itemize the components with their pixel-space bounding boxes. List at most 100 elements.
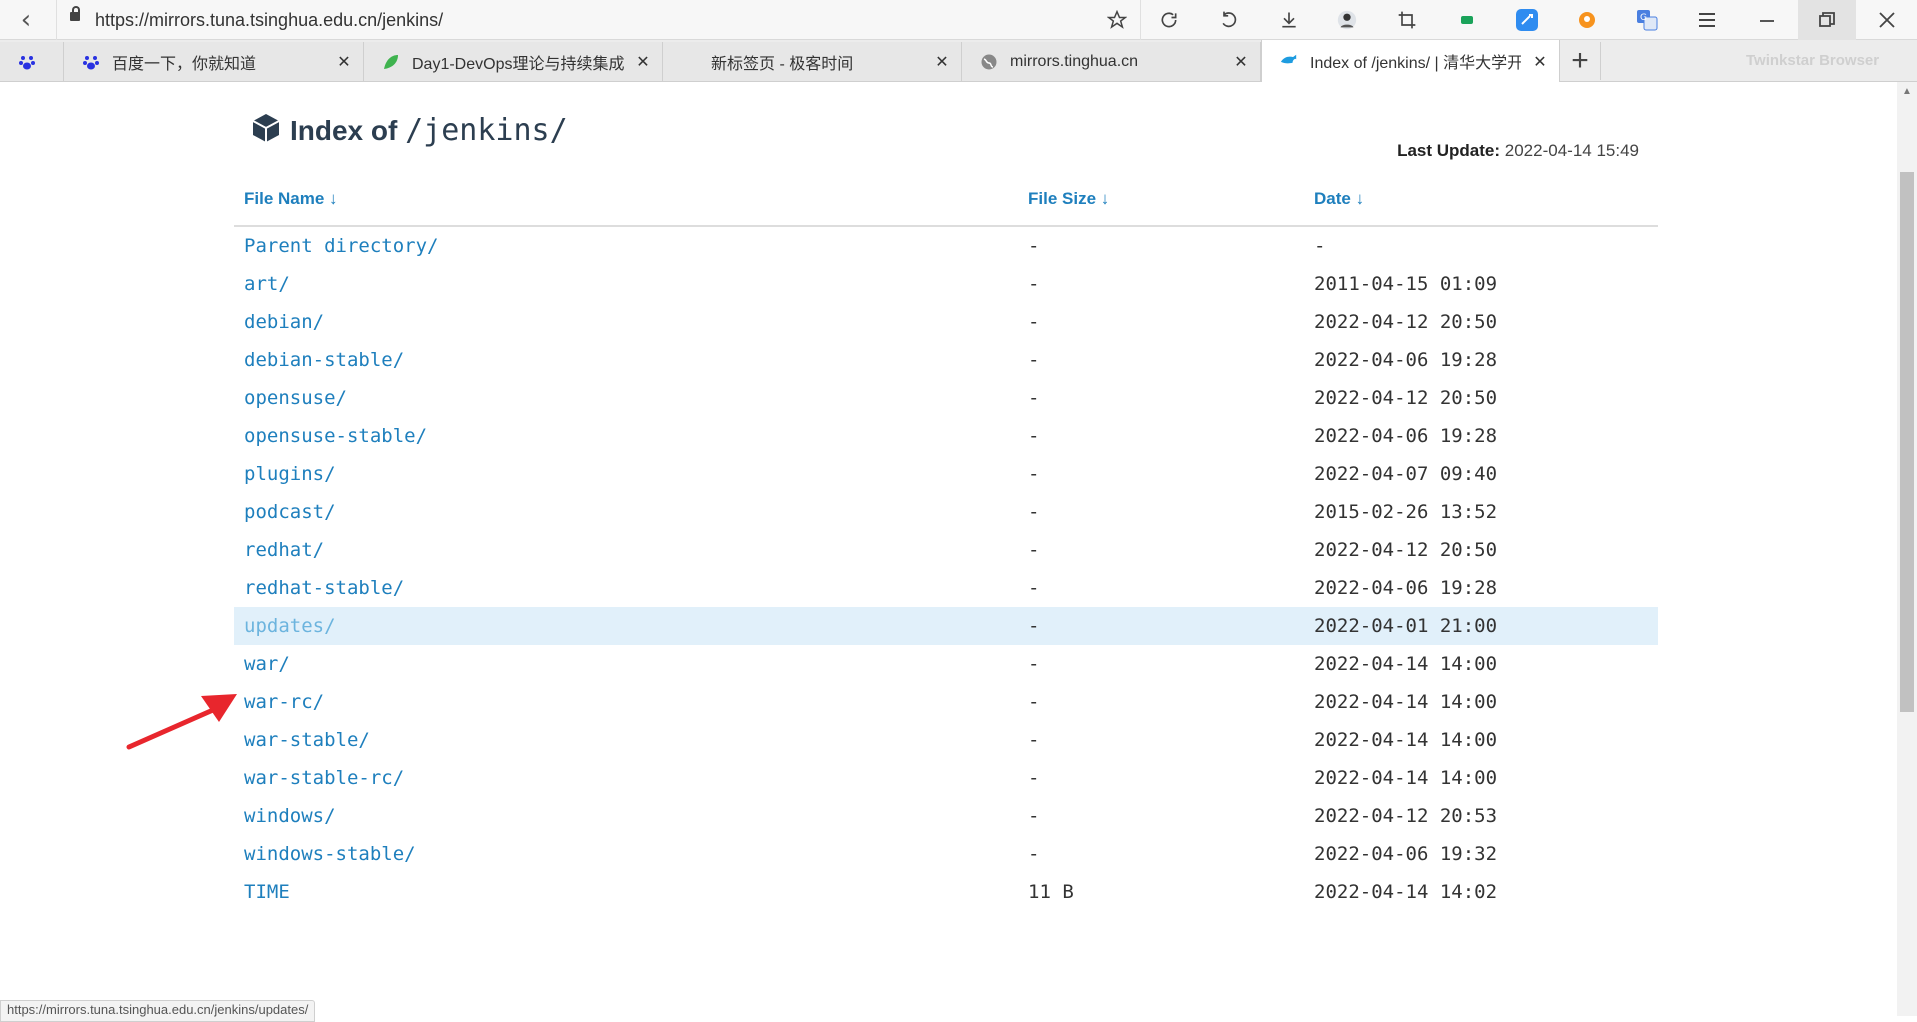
table-row: windows/ - 2022-04-12 20:53 <box>234 797 1658 835</box>
star-icon[interactable] <box>1088 0 1146 40</box>
file-date: 2022-04-12 20:50 <box>1314 387 1498 409</box>
undo-icon[interactable] <box>1200 0 1258 40</box>
file-name-link[interactable]: war/ <box>244 653 290 675</box>
table-row: war-rc/ - 2022-04-14 14:00 <box>234 683 1658 721</box>
vertical-scrollbar[interactable]: ▲ <box>1897 82 1917 1016</box>
tab-close-icon[interactable]: ✕ <box>1222 52 1260 71</box>
svg-text:G: G <box>1640 13 1647 23</box>
sort-by-date-link[interactable]: Date ↓ <box>1314 189 1364 209</box>
file-name-link[interactable]: opensuse/ <box>244 387 347 409</box>
file-name-link[interactable]: podcast/ <box>244 501 336 523</box>
table-row: war-stable/ - 2022-04-14 14:00 <box>234 721 1658 759</box>
table-row: opensuse-stable/ - 2022-04-06 19:28 <box>234 417 1658 455</box>
tab-title: mirrors.tinghua.cn <box>1010 52 1139 70</box>
file-size: - <box>1028 501 1040 523</box>
tab-baidu[interactable]: 百度一下，你就知道 ✕ <box>64 42 364 81</box>
refresh-icon[interactable] <box>1140 0 1198 40</box>
file-name-link[interactable]: art/ <box>244 273 290 295</box>
tab-close-icon[interactable]: ✕ <box>923 52 961 71</box>
tab-mirrors[interactable]: mirrors.tinghua.cn ✕ <box>962 42 1261 81</box>
file-name-link[interactable]: war-stable-rc/ <box>244 767 404 789</box>
tab-title: 百度一下，你就知道 <box>112 55 257 73</box>
file-name-link[interactable]: debian-stable/ <box>244 349 404 371</box>
tab-close-icon[interactable]: ✕ <box>325 52 363 71</box>
menu-icon[interactable] <box>1678 0 1736 40</box>
file-name-link[interactable]: debian/ <box>244 311 324 333</box>
last-update-value: 2022-04-14 15:49 <box>1504 141 1639 160</box>
file-date: 2022-04-14 14:00 <box>1314 767 1498 789</box>
file-name-link[interactable]: opensuse-stable/ <box>244 425 427 447</box>
table-row: opensuse/ - 2022-04-12 20:50 <box>234 379 1658 417</box>
blue-app-icon[interactable] <box>1498 0 1556 40</box>
heading-prefix: Index of <box>290 115 398 146</box>
avatar-icon[interactable] <box>1318 0 1376 40</box>
table-body: Parent directory/ - - art/ - 2011-04-15 01:09… <box>234 227 1658 911</box>
table-row: debian/ - 2022-04-12 20:50 <box>234 303 1658 341</box>
file-date: 2011-04-15 01:09 <box>1314 273 1498 295</box>
file-size: - <box>1028 539 1040 561</box>
scrollbar-thumb[interactable] <box>1900 172 1914 712</box>
translate-icon[interactable]: G <box>1618 0 1676 40</box>
file-name-link[interactable]: Parent directory/ <box>244 235 438 257</box>
file-name-link[interactable]: plugins/ <box>244 463 336 485</box>
file-size: - <box>1028 387 1040 409</box>
baidu-paw-icon <box>82 53 100 71</box>
table-row: Parent directory/ - - <box>234 227 1658 265</box>
file-date: 2022-04-14 14:00 <box>1314 653 1498 675</box>
file-date: 2022-04-06 19:28 <box>1314 349 1498 371</box>
file-size: - <box>1028 425 1040 447</box>
page-title: Index of /jenkins/ <box>250 112 568 149</box>
crop-icon[interactable] <box>1378 0 1436 40</box>
file-date: 2022-04-12 20:50 <box>1314 539 1498 561</box>
baidu-paw-icon <box>18 53 36 71</box>
restore-icon[interactable] <box>1798 0 1856 40</box>
table-row: art/ - 2011-04-15 01:09 <box>234 265 1658 303</box>
sort-by-name-link[interactable]: File Name ↓ <box>244 189 338 209</box>
heading-text: Index of /jenkins/ <box>290 113 568 148</box>
back-button[interactable]: ‹ <box>2 0 50 40</box>
table-row: TIME 11 B 2022-04-14 14:02 <box>234 873 1658 911</box>
tab-jenkins-index[interactable]: Index of /jenkins/ | 清华大学开源软件镜像站 ✕ <box>1261 40 1560 82</box>
table-row: podcast/ - 2015-02-26 13:52 <box>234 493 1658 531</box>
green-flag-icon[interactable] <box>1438 0 1496 40</box>
file-name-link[interactable]: redhat-stable/ <box>244 577 404 599</box>
file-name-link[interactable]: TIME <box>244 881 290 903</box>
file-size: - <box>1028 577 1040 599</box>
file-size: - <box>1028 463 1040 485</box>
file-name-link[interactable]: redhat/ <box>244 539 324 561</box>
file-date: 2022-04-12 20:53 <box>1314 805 1498 827</box>
heading-path: /jenkins/ <box>405 113 568 148</box>
tab-close-icon[interactable]: ✕ <box>1521 52 1559 71</box>
annotation-arrow <box>126 694 237 750</box>
download-icon[interactable] <box>1260 0 1318 40</box>
file-name-link[interactable]: war-rc/ <box>244 691 324 713</box>
globe-icon <box>980 53 998 71</box>
close-window-icon[interactable] <box>1858 0 1916 40</box>
tab-close-icon[interactable]: ✕ <box>624 52 662 71</box>
sort-by-size-link[interactable]: File Size ↓ <box>1028 189 1109 209</box>
file-size: - <box>1028 615 1040 637</box>
scroll-up-icon[interactable]: ▲ <box>1902 86 1912 97</box>
table-row: updates/ - 2022-04-01 21:00 <box>234 607 1658 645</box>
tab-devops[interactable]: Day1-DevOps理论与持续集成 ✕ <box>364 42 663 81</box>
tab-geektime[interactable]: 新标签页 - 极客时间 ✕ <box>663 42 962 81</box>
table-row: war-stable-rc/ - 2022-04-14 14:00 <box>234 759 1658 797</box>
lock-icon <box>70 6 80 21</box>
cube-icon <box>250 112 282 149</box>
back-arrow-icon: ‹ <box>20 5 32 35</box>
url-input[interactable] <box>95 6 1095 34</box>
file-name-link[interactable]: updates/ <box>244 615 336 637</box>
table-row: redhat/ - 2022-04-12 20:50 <box>234 531 1658 569</box>
file-date: - <box>1314 235 1326 257</box>
tab-title: Index of /jenkins/ | 清华大学开源软件镜像站 <box>1310 55 1521 72</box>
file-name-link[interactable]: war-stable/ <box>244 729 370 751</box>
status-bar-url: https://mirrors.tuna.tsinghua.edu.cn/jen… <box>0 1000 316 1022</box>
new-tab-button[interactable]: + <box>1560 42 1601 80</box>
orange-app-icon[interactable] <box>1558 0 1616 40</box>
tab-pinned-baidu[interactable] <box>0 42 64 81</box>
file-name-link[interactable]: windows/ <box>244 805 336 827</box>
minimize-icon[interactable] <box>1738 0 1796 40</box>
browser-brand: Twinkstar Browser <box>1746 52 1880 69</box>
file-name-link[interactable]: windows-stable/ <box>244 843 416 865</box>
divider <box>56 0 57 40</box>
